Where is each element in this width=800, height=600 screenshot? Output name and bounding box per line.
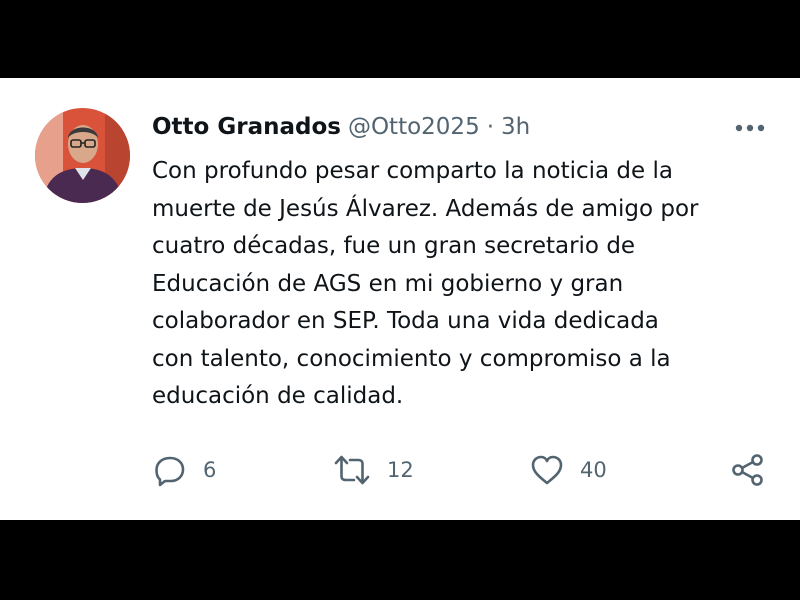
avatar[interactable] bbox=[35, 108, 130, 203]
author-name[interactable]: Otto Granados bbox=[152, 114, 341, 140]
avatar-photo bbox=[35, 108, 130, 203]
reply-button[interactable]: 6 bbox=[153, 452, 216, 488]
like-count: 40 bbox=[580, 458, 607, 482]
author-handle[interactable]: @Otto2025 bbox=[348, 114, 480, 140]
reply-icon bbox=[155, 456, 185, 487]
tweet-card: Otto Granados @Otto2025 · 3h Con profund… bbox=[0, 78, 800, 520]
like-button[interactable]: 40 bbox=[530, 452, 607, 488]
reply-count: 6 bbox=[203, 458, 217, 482]
more-options-button[interactable] bbox=[730, 114, 770, 142]
retweet-count: 12 bbox=[387, 458, 414, 482]
tweet-header: Otto Granados @Otto2025 · 3h bbox=[152, 114, 530, 142]
tweet-timestamp[interactable]: 3h bbox=[501, 114, 530, 140]
separator-dot: · bbox=[486, 114, 495, 140]
retweet-icon bbox=[334, 455, 370, 485]
tweet-text: Con profundo pesar comparto la noticia d… bbox=[152, 158, 699, 409]
share-button[interactable] bbox=[730, 452, 766, 488]
heart-icon bbox=[531, 455, 563, 485]
retweet-button[interactable]: 12 bbox=[333, 452, 414, 488]
share-icon bbox=[732, 454, 763, 486]
more-horizontal-icon bbox=[735, 124, 765, 132]
